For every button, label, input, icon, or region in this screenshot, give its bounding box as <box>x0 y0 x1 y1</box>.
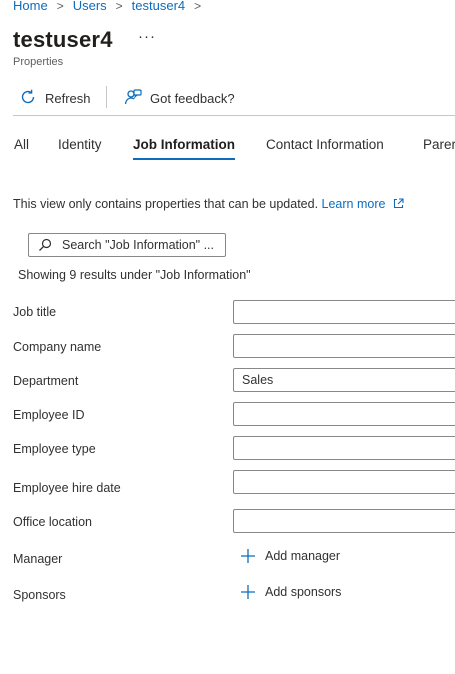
breadcrumb: Home > Users > testuser4 > <box>13 0 210 13</box>
search-box[interactable] <box>28 233 226 257</box>
tab-contact-information[interactable]: Contact Information <box>266 137 384 152</box>
learn-more-link[interactable]: Learn more <box>322 197 404 211</box>
toolbar-divider <box>106 86 107 108</box>
office-location-input[interactable] <box>233 509 455 533</box>
page-title: testuser4 <box>13 27 113 52</box>
tab-parental-controls[interactable]: Parer <box>423 137 455 152</box>
employee-type-label: Employee type <box>13 442 96 456</box>
info-text: This view only contains properties that … <box>13 197 319 211</box>
search-icon <box>38 238 52 252</box>
plus-icon <box>240 584 256 600</box>
page-subtitle: Properties <box>13 56 64 68</box>
chevron-right-icon: > <box>194 0 202 13</box>
employee-id-input[interactable] <box>233 402 455 426</box>
breadcrumb-home[interactable]: Home <box>13 0 48 13</box>
chevron-right-icon: > <box>56 0 64 13</box>
refresh-button[interactable]: Refresh <box>19 88 91 109</box>
add-sponsors-label: Add sponsors <box>265 585 342 599</box>
job-title-input[interactable] <box>233 300 455 324</box>
department-input[interactable]: Sales <box>233 368 455 392</box>
breadcrumb-testuser4[interactable]: testuser4 <box>132 0 185 13</box>
employee-id-label: Employee ID <box>13 408 85 422</box>
employee-hire-date-input[interactable] <box>233 470 455 494</box>
department-label: Department <box>13 374 79 388</box>
refresh-icon <box>19 88 37 109</box>
results-count: Showing 9 results under "Job Information… <box>18 268 251 282</box>
tab-identity[interactable]: Identity <box>58 137 102 152</box>
add-manager-button[interactable]: Add manager <box>240 548 340 564</box>
chevron-right-icon: > <box>115 0 123 13</box>
learn-more-label: Learn more <box>321 197 386 211</box>
manager-label: Manager <box>13 552 63 566</box>
refresh-label: Refresh <box>45 91 91 106</box>
feedback-icon <box>124 88 142 109</box>
add-manager-label: Add manager <box>265 549 341 563</box>
add-sponsors-button[interactable]: Add sponsors <box>240 584 341 600</box>
tab-all[interactable]: All <box>14 137 29 152</box>
office-location-label: Office location <box>13 515 92 529</box>
job-title-label: Job title <box>13 305 57 319</box>
toolbar-divider-line <box>13 115 455 116</box>
company-name-label: Company name <box>13 340 102 354</box>
tab-job-information[interactable]: Job Information <box>133 137 235 152</box>
active-tab-indicator <box>133 158 235 160</box>
sponsors-label: Sponsors <box>13 588 66 602</box>
company-name-input[interactable] <box>233 334 455 358</box>
info-message: This view only contains properties that … <box>13 197 404 211</box>
breadcrumb-users[interactable]: Users <box>73 0 107 13</box>
search-input[interactable] <box>62 238 222 252</box>
employee-type-input[interactable] <box>233 436 455 460</box>
more-options-icon[interactable]: ··· <box>138 28 156 45</box>
plus-icon <box>240 548 256 564</box>
external-link-icon <box>389 197 404 211</box>
feedback-label: Got feedback? <box>150 91 235 106</box>
feedback-button[interactable]: Got feedback? <box>124 88 235 109</box>
employee-hire-date-label: Employee hire date <box>13 481 121 495</box>
